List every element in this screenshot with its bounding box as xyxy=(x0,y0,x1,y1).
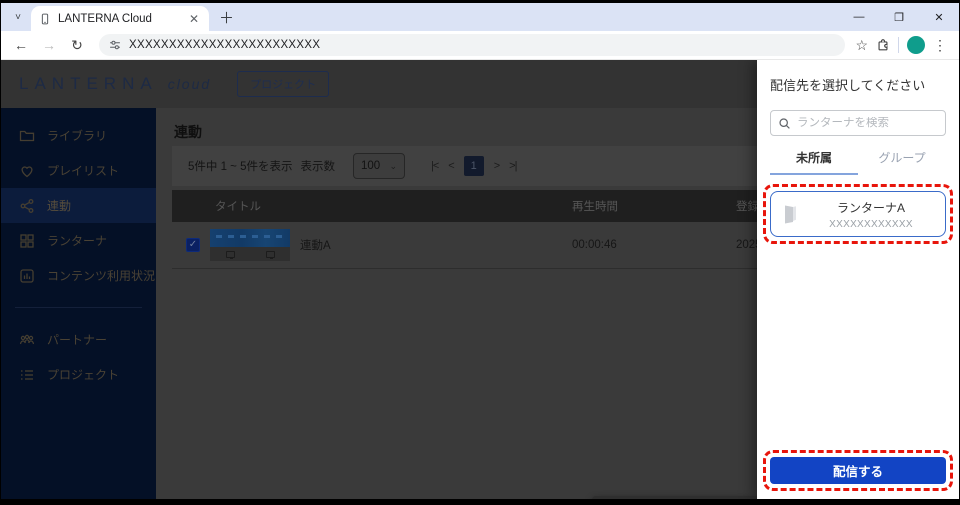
screen-icon xyxy=(225,250,235,259)
new-tab-button[interactable]: ＋ xyxy=(219,7,234,28)
bookmark-star-icon[interactable]: ☆ xyxy=(855,37,868,54)
sidebar-item-partner[interactable]: パートナー xyxy=(1,322,156,357)
minimize-button[interactable]: — xyxy=(839,3,879,31)
destination-card-lanterna-a[interactable]: ランターナA XXXXXXXXXXXX xyxy=(770,191,946,237)
sidebar-item-label: コンテンツ利用状況 xyxy=(47,269,156,283)
sidebar-item-rendo[interactable]: 連動 xyxy=(1,188,156,223)
thumbnail-image xyxy=(210,229,290,247)
reload-button[interactable]: ↻ xyxy=(65,33,89,57)
sidebar-item-label: ランターナ xyxy=(47,234,108,248)
row-duration: 00:00:46 xyxy=(572,239,617,251)
tab-group[interactable]: グループ xyxy=(858,149,946,175)
first-page-icon[interactable]: |< xyxy=(431,160,439,172)
window-controls: — ❐ ✕ xyxy=(839,3,959,31)
sidebar-item-project[interactable]: プロジェクト xyxy=(1,357,156,392)
pager: |< < 1 > >| xyxy=(431,156,517,176)
destination-text: ランターナA XXXXXXXXXXXX xyxy=(807,199,935,230)
sidebar-item-playlist[interactable]: プレイリスト xyxy=(1,153,156,188)
sidebar-item-content-usage[interactable]: コンテンツ利用状況 xyxy=(1,258,156,293)
toolbar-separator xyxy=(898,37,899,53)
lanterna-logo[interactable]: LANTERNA cloud xyxy=(19,74,211,94)
next-page-icon[interactable]: > xyxy=(494,160,501,172)
forward-button[interactable]: → xyxy=(37,33,61,57)
folder-icon xyxy=(19,128,35,144)
sidebar-item-label: ライブラリ xyxy=(47,129,108,143)
screen-icon xyxy=(265,250,275,259)
per-page-label: 表示数 xyxy=(300,161,336,173)
share-icon xyxy=(19,198,35,214)
sidebar-item-lanterna[interactable]: ランターナ xyxy=(1,223,156,258)
browser-toolbar: ← → ↻ XXXXXXXXXXXXXXXXXXXXXXXX ☆ ⋮ xyxy=(1,31,959,60)
extensions-icon[interactable] xyxy=(876,38,890,52)
url-text: XXXXXXXXXXXXXXXXXXXXXXXX xyxy=(129,39,321,51)
sidebar-item-label: 連動 xyxy=(47,199,72,213)
sidebar-item-label: プレイリスト xyxy=(47,164,120,178)
back-button[interactable]: ← xyxy=(9,33,33,57)
chevron-down-icon: ⌄ xyxy=(389,160,397,171)
site-settings-icon[interactable] xyxy=(109,39,121,51)
panel-tabs: 未所属 グループ xyxy=(770,149,946,175)
prev-page-icon[interactable]: < xyxy=(448,160,455,172)
tab-strip: ˅ LANTERNA Cloud ✕ ＋ — ❐ ✕ xyxy=(1,3,959,31)
logo-suffix-text: cloud xyxy=(167,76,212,92)
highlight-annotation-submit: 配信する xyxy=(763,450,953,491)
per-page-select[interactable]: 100 ⌄ xyxy=(353,153,405,179)
chart-icon xyxy=(19,268,35,284)
tab-search-chevron-icon[interactable]: ˅ xyxy=(7,6,29,28)
sidebar-item-library[interactable]: ライブラリ xyxy=(1,118,156,153)
lanterna-device-icon xyxy=(781,203,799,225)
column-title: タイトル xyxy=(215,201,261,213)
result-summary: 5件中 1 ~ 5件を表示 xyxy=(188,161,293,173)
last-page-icon[interactable]: >| xyxy=(509,160,517,172)
deliver-submit-button[interactable]: 配信する xyxy=(770,457,946,484)
destination-id: XXXXXXXXXXXX xyxy=(829,218,913,230)
heart-icon xyxy=(19,163,35,179)
app-content: LANTERNA cloud プロジェクト ライブラリ プレイリスト 連動 ラン… xyxy=(1,60,959,499)
panel-title: 配信先を選択してください xyxy=(770,78,926,93)
lanterna-search[interactable] xyxy=(770,110,946,136)
row-title: 連動A xyxy=(300,240,331,252)
browser-window: ˅ LANTERNA Cloud ✕ ＋ — ❐ ✕ ← → ↻ XXXXXXX… xyxy=(0,0,960,505)
current-page-button[interactable]: 1 xyxy=(463,156,484,176)
search-input[interactable] xyxy=(797,117,938,129)
logo-brand-text: LANTERNA xyxy=(19,74,158,93)
restore-button[interactable]: ❐ xyxy=(879,3,919,31)
column-duration: 再生時間 xyxy=(572,201,618,213)
close-window-button[interactable]: ✕ xyxy=(919,3,959,31)
profile-avatar[interactable] xyxy=(907,36,925,54)
row-checkbox[interactable]: ✓ xyxy=(186,238,200,252)
destination-panel: 配信先を選択してください 未所属 グループ ランターナA xyxy=(757,60,959,499)
browser-menu-icon[interactable]: ⋮ xyxy=(933,37,947,54)
project-header-button[interactable]: プロジェクト xyxy=(237,71,330,97)
favicon-device-icon xyxy=(39,13,51,25)
search-icon xyxy=(778,117,791,130)
sidebar: ライブラリ プレイリスト 連動 ランターナ コンテンツ利用状況 パートナー プロ… xyxy=(1,108,156,499)
list-icon xyxy=(19,367,35,383)
people-icon xyxy=(19,332,35,348)
destination-name: ランターナA xyxy=(836,200,905,215)
thumbnail-screens xyxy=(210,247,290,261)
per-page-value: 100 xyxy=(361,160,381,172)
tab-unassigned[interactable]: 未所属 xyxy=(770,149,858,175)
sidebar-divider xyxy=(15,307,142,308)
toolbar-right: ☆ ⋮ xyxy=(855,36,951,54)
browser-tab[interactable]: LANTERNA Cloud ✕ xyxy=(31,6,209,31)
tab-close-icon[interactable]: ✕ xyxy=(187,12,201,26)
sidebar-item-label: パートナー xyxy=(47,333,108,347)
sidebar-item-label: プロジェクト xyxy=(47,368,120,382)
grid-icon xyxy=(19,233,35,249)
tab-title: LANTERNA Cloud xyxy=(58,12,152,25)
content-thumbnail xyxy=(210,229,290,261)
highlight-annotation-card: ランターナA XXXXXXXXXXXX xyxy=(763,184,953,244)
address-bar[interactable]: XXXXXXXXXXXXXXXXXXXXXXXX xyxy=(99,34,846,56)
